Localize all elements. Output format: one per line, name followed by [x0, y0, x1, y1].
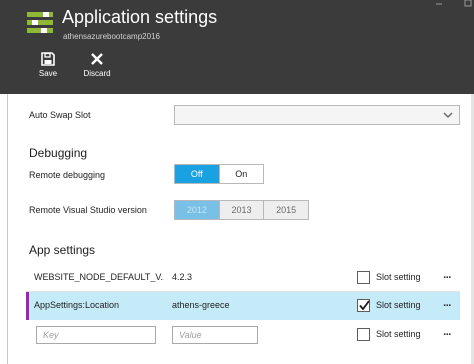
- app-setting-row[interactable]: WEBSITE_NODE_DEFAULT_V... 4.2.3 Slot set…: [26, 264, 460, 292]
- remote-debugging-label: Remote debugging: [29, 170, 106, 180]
- app-setting-row-selected[interactable]: AppSettings:Location athens-greece Slot …: [26, 292, 460, 320]
- remote-debugging-on[interactable]: On: [218, 165, 263, 183]
- blade-subtitle: athensazurebootcamp2016: [63, 32, 160, 41]
- remote-vs-version-toggle: 2012 2013 2015: [174, 200, 309, 220]
- slot-setting-checkbox[interactable]: [357, 299, 370, 312]
- remote-debugging-toggle: Off On: [174, 164, 264, 184]
- slot-setting-label: Slot setting: [376, 300, 421, 310]
- more-options-icon[interactable]: ...: [439, 296, 455, 310]
- setting-key: WEBSITE_NODE_DEFAULT_V...: [34, 272, 164, 282]
- blade-title: Application settings: [62, 7, 218, 27]
- app-settings-icon: [27, 11, 53, 35]
- minimize-icon[interactable]: [435, 0, 443, 8]
- slot-setting-label: Slot setting: [376, 329, 421, 339]
- more-options-icon[interactable]: ...: [439, 268, 455, 282]
- vs-version-2013[interactable]: 2013: [218, 201, 264, 219]
- checkmark-icon: [359, 300, 370, 311]
- auto-swap-dropdown[interactable]: [174, 105, 460, 125]
- new-value-input[interactable]: [172, 326, 258, 344]
- save-label: Save: [38, 69, 58, 78]
- save-button[interactable]: Save: [28, 52, 68, 82]
- vs-version-2012[interactable]: 2012: [175, 201, 219, 219]
- blade-header: Application settings athensazurebootcamp…: [0, 0, 474, 94]
- remote-vs-version-label: Remote Visual Studio version: [29, 205, 147, 215]
- slot-setting-checkbox[interactable]: [357, 271, 370, 284]
- vs-version-2015[interactable]: 2015: [263, 201, 309, 219]
- close-x-icon: [77, 52, 117, 66]
- new-app-setting-row: Slot setting ...: [26, 321, 460, 349]
- slot-setting-label: Slot setting: [376, 272, 421, 282]
- chevron-down-icon: [442, 108, 454, 122]
- more-options-icon[interactable]: ...: [439, 325, 455, 339]
- setting-key: AppSettings:Location: [34, 300, 120, 310]
- setting-value: 4.2.3: [172, 272, 193, 282]
- auto-swap-label: Auto Swap Slot: [29, 110, 91, 120]
- slot-setting-checkbox[interactable]: [357, 328, 370, 341]
- discard-label: Discard: [83, 69, 111, 78]
- selection-accent-bar: [26, 292, 29, 320]
- app-settings-heading: App settings: [29, 243, 96, 257]
- setting-value: athens-greece: [172, 300, 230, 310]
- debugging-heading: Debugging: [29, 146, 88, 160]
- remote-debugging-off[interactable]: Off: [175, 165, 219, 183]
- new-key-input[interactable]: [36, 326, 156, 344]
- floppy-disk-icon: [28, 52, 68, 66]
- maximize-icon[interactable]: [464, 0, 472, 8]
- discard-button[interactable]: Discard: [77, 52, 117, 82]
